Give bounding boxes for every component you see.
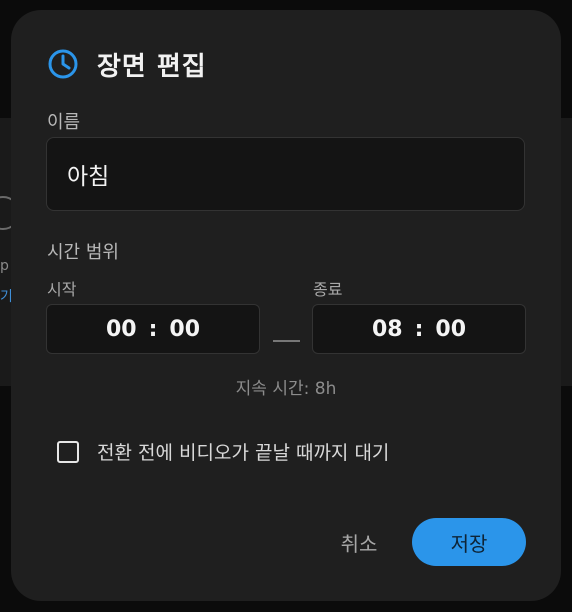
- start-minute[interactable]: 00: [169, 317, 200, 342]
- save-button[interactable]: 저장: [412, 518, 526, 566]
- dialog-header: 장면 편집: [47, 46, 207, 82]
- dialog-title: 장면 편집: [97, 51, 207, 82]
- edit-scene-dialog: 장면 편집 이름 아침 시간 범위 시작 종료 00 : 00 08 : 00 …: [11, 10, 561, 601]
- time-separator: :: [414, 316, 424, 342]
- wait-for-video-label[interactable]: 전환 전에 비디오가 끝날 때까지 대기: [97, 438, 389, 465]
- time-range-label: 시간 범위: [47, 242, 119, 263]
- clock-icon: [48, 49, 78, 79]
- time-separator: :: [148, 316, 158, 342]
- scene-name-input[interactable]: 아침: [46, 137, 525, 211]
- wait-for-video-option[interactable]: 전환 전에 비디오가 끝날 때까지 대기: [57, 438, 389, 465]
- range-dash: [273, 340, 300, 342]
- start-time-input[interactable]: 00 : 00: [46, 304, 260, 354]
- name-label: 이름: [47, 112, 81, 133]
- wait-for-video-checkbox[interactable]: [57, 440, 79, 463]
- end-time-input[interactable]: 08 : 00: [312, 304, 526, 354]
- duration-text: 지속 시간: 8h: [235, 379, 337, 399]
- end-hour[interactable]: 08: [372, 317, 403, 342]
- cancel-button[interactable]: 취소: [329, 522, 389, 562]
- end-time-label: 종료: [313, 280, 343, 299]
- start-hour[interactable]: 00: [106, 317, 137, 342]
- background-text-fragment: p: [0, 258, 9, 274]
- start-time-label: 시작: [47, 280, 77, 299]
- end-minute[interactable]: 00: [435, 317, 466, 342]
